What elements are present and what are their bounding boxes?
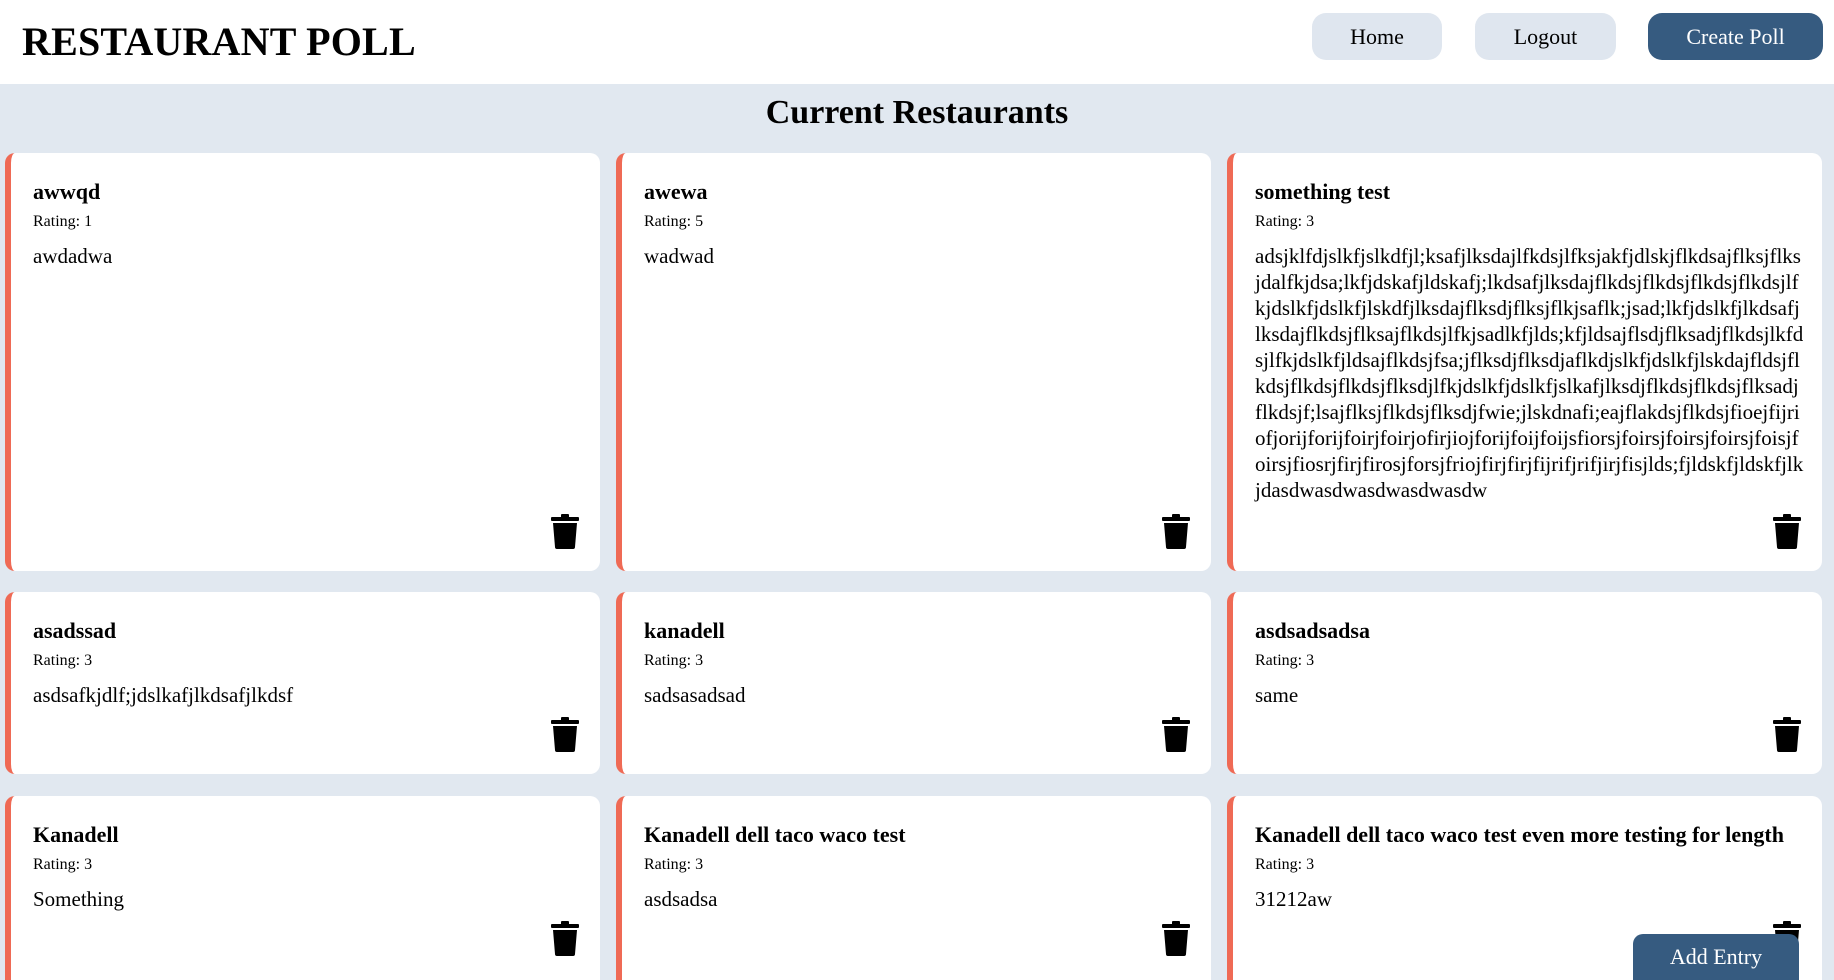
rating-prefix: Rating: (33, 652, 85, 669)
restaurant-description: asdsafkjdlf;jdslkafjlkdsafjlkdsf (33, 683, 294, 707)
trash-icon[interactable] (1772, 514, 1802, 549)
restaurant-card: awewa Rating: 5 wadwad (616, 153, 1211, 571)
restaurant-description: asdsadsa (644, 887, 718, 911)
restaurant-description: same (1255, 683, 1299, 707)
restaurant-rating: Rating: 3 (644, 856, 703, 874)
rating-prefix: Rating: (644, 856, 696, 873)
restaurant-card: awwqd Rating: 1 awdadwa (5, 153, 600, 571)
add-entry-button[interactable]: Add Entry (1633, 934, 1799, 980)
rating-prefix: Rating: (1255, 652, 1307, 669)
app-title: RESTAURANT POLL (22, 19, 416, 64)
top-navigation-bar: RESTAURANT POLL Home Logout Create Poll (0, 0, 1834, 84)
restaurant-name: asdsadsadsa (1255, 618, 1370, 643)
restaurant-rating: Rating: 3 (1255, 652, 1314, 670)
restaurant-rating: Rating: 1 (33, 213, 92, 231)
trash-icon[interactable] (550, 514, 580, 549)
trash-icon[interactable] (1772, 717, 1802, 752)
restaurant-rating: Rating: 3 (644, 652, 703, 670)
restaurant-card: asdsadsadsa Rating: 3 same (1227, 592, 1822, 774)
restaurant-rating: Rating: 3 (33, 652, 92, 670)
restaurant-name: Kanadell dell taco waco test (644, 822, 906, 847)
restaurant-description: awdadwa (33, 244, 113, 268)
rating-value: 5 (695, 213, 704, 230)
rating-value: 3 (1306, 856, 1315, 873)
rating-value: 3 (1306, 213, 1315, 230)
restaurant-card: kanadell Rating: 3 sadsasadsad (616, 592, 1211, 774)
trash-icon[interactable] (550, 921, 580, 956)
rating-value: 3 (84, 856, 93, 873)
restaurant-description: Something (33, 887, 125, 911)
rating-value: 3 (1306, 652, 1315, 669)
logout-button[interactable]: Logout (1475, 13, 1616, 60)
rating-value: 3 (695, 856, 704, 873)
trash-icon[interactable] (1161, 717, 1191, 752)
rating-prefix: Rating: (1255, 213, 1307, 230)
restaurant-card: something test Rating: 3 adsjklfdjslkfjs… (1227, 153, 1822, 571)
restaurant-name: awwqd (33, 179, 101, 204)
rating-prefix: Rating: (33, 213, 85, 230)
trash-icon[interactable] (550, 717, 580, 752)
restaurant-name: awewa (644, 179, 708, 204)
restaurant-rating: Rating: 3 (1255, 213, 1314, 231)
rating-prefix: Rating: (1255, 856, 1307, 873)
restaurant-name: Kanadell dell taco waco test even more t… (1255, 822, 1784, 847)
restaurant-card: asadssad Rating: 3 asdsafkjdlf;jdslkafjl… (5, 592, 600, 774)
create-poll-button[interactable]: Create Poll (1648, 13, 1823, 60)
restaurant-rating: Rating: 5 (644, 213, 703, 231)
rating-value: 1 (84, 213, 93, 230)
restaurant-name: asadssad (33, 618, 117, 643)
restaurant-name: something test (1255, 179, 1391, 204)
restaurant-description: adsjklfdjslkfjslkdfjl;ksafjlksdajlfkdsjl… (1255, 244, 1804, 502)
home-button[interactable]: Home (1312, 13, 1442, 60)
rating-value: 3 (84, 652, 93, 669)
restaurant-description: 31212aw (1255, 887, 1332, 911)
restaurant-description: wadwad (644, 244, 714, 268)
restaurant-card: Kanadell Rating: 3 Something (5, 796, 600, 980)
restaurant-name: kanadell (644, 618, 725, 643)
trash-icon[interactable] (1161, 514, 1191, 549)
rating-prefix: Rating: (644, 213, 696, 230)
trash-icon[interactable] (1161, 921, 1191, 956)
restaurant-rating: Rating: 3 (33, 856, 92, 874)
restaurant-name: Kanadell (33, 822, 119, 847)
rating-prefix: Rating: (644, 652, 696, 669)
restaurant-description: sadsasadsad (644, 683, 746, 707)
rating-prefix: Rating: (33, 856, 85, 873)
rating-value: 3 (695, 652, 704, 669)
restaurant-card: Kanadell dell taco waco test Rating: 3 a… (616, 796, 1211, 980)
section-title: Current Restaurants (765, 94, 1069, 131)
restaurant-rating: Rating: 3 (1255, 856, 1314, 874)
